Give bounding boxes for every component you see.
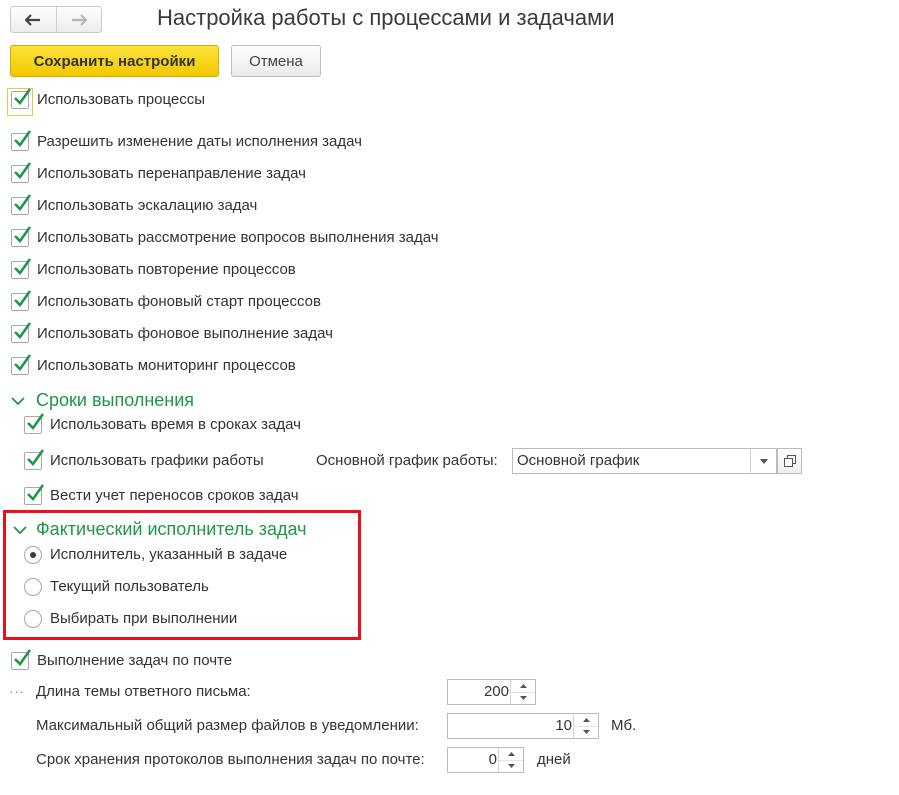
- max-files-size-unit: Мб.: [611, 717, 637, 734]
- use-issues-review-checkbox[interactable]: [11, 226, 31, 247]
- open-window-icon: [783, 455, 796, 467]
- checkmark-icon: [14, 258, 31, 276]
- navigation-buttons: [10, 6, 102, 33]
- spinner: [510, 680, 535, 704]
- checkmark-icon: [14, 162, 31, 180]
- use-work-schedules-checkbox[interactable]: [24, 449, 44, 470]
- checkmark-icon: [27, 484, 44, 502]
- main-schedule-label: Основной график работы:: [316, 452, 498, 469]
- use-monitoring-label[interactable]: Использовать мониторинг процессов: [37, 356, 296, 376]
- cancel-button[interactable]: Отмена: [231, 45, 321, 77]
- use-time-in-deadlines-checkbox[interactable]: [24, 413, 44, 434]
- caret-down-icon: [519, 696, 527, 700]
- checkmark-icon: [14, 194, 31, 212]
- caret-up-icon: [519, 684, 527, 688]
- use-redirection-label[interactable]: Использовать перенаправление задач: [37, 164, 306, 184]
- caret-down-icon: [507, 764, 515, 768]
- actual-performer-group-title[interactable]: Фактический исполнитель задач: [36, 518, 306, 540]
- use-process-repeat-label[interactable]: Использовать повторение процессов: [37, 260, 296, 280]
- use-time-in-deadlines-label[interactable]: Использовать время в сроках задач: [50, 415, 301, 435]
- use-redirection-checkbox[interactable]: [11, 162, 31, 183]
- allow-date-change-checkbox[interactable]: [11, 130, 31, 151]
- decrement-button[interactable]: [574, 726, 598, 738]
- log-retention-label: Срок хранения протоколов выполнения зада…: [36, 751, 425, 768]
- use-issues-review-label[interactable]: Использовать рассмотрение вопросов выпол…: [37, 228, 439, 248]
- use-work-schedules-label[interactable]: Использовать графики работы: [50, 451, 264, 471]
- log-retention-value: 0: [488, 751, 497, 768]
- track-deadline-transfers-checkbox[interactable]: [24, 484, 44, 505]
- use-background-execution-checkbox[interactable]: [11, 322, 31, 343]
- checkmark-icon: [14, 290, 31, 308]
- current-user-label[interactable]: Текущий пользователь: [50, 577, 209, 597]
- use-background-start-label[interactable]: Использовать фоновый старт процессов: [37, 292, 321, 312]
- chevron-down-icon: [13, 525, 27, 534]
- decrement-button[interactable]: [511, 692, 535, 704]
- radio-dot: [30, 552, 36, 558]
- use-escalation-checkbox[interactable]: [11, 194, 31, 215]
- checkmark-icon: [14, 322, 31, 340]
- checkmark-icon: [14, 226, 31, 244]
- use-background-execution-label[interactable]: Использовать фоновое выполнение задач: [37, 324, 333, 344]
- current-user-radio[interactable]: [24, 578, 42, 596]
- caret-up-icon: [507, 752, 515, 756]
- performer-from-task-radio[interactable]: [24, 546, 42, 564]
- caret-down-icon: [759, 458, 768, 464]
- max-files-size-value: 10: [555, 717, 572, 734]
- dropdown-button[interactable]: [750, 449, 776, 473]
- back-button[interactable]: [11, 7, 56, 32]
- arrow-right-icon: [71, 13, 87, 26]
- checkmark-icon: [14, 88, 31, 106]
- checkmark-icon: [27, 449, 44, 467]
- performer-from-task-label[interactable]: Исполнитель, указанный в задаче: [50, 545, 287, 565]
- mail-execution-checkbox[interactable]: [11, 649, 31, 670]
- checkmark-icon: [14, 354, 31, 372]
- spinner: [573, 714, 598, 738]
- use-background-start-checkbox[interactable]: [11, 290, 31, 311]
- spinner: [498, 748, 523, 772]
- choose-on-execution-radio[interactable]: [24, 610, 42, 628]
- max-files-size-input[interactable]: 10: [447, 713, 599, 739]
- use-process-repeat-checkbox[interactable]: [11, 258, 31, 279]
- collapse-performer-toggle[interactable]: [13, 522, 27, 538]
- decrement-button[interactable]: [499, 760, 523, 772]
- checkmark-icon: [27, 413, 44, 431]
- allow-date-change-label[interactable]: Разрешить изменение даты исполнения зада…: [37, 132, 362, 152]
- choose-on-execution-label[interactable]: Выбирать при выполнении: [50, 609, 237, 629]
- track-deadline-transfers-label[interactable]: Вести учет переносов сроков задач: [50, 486, 299, 506]
- page-title: Настройка работы с процессами и задачами: [157, 5, 615, 30]
- reply-subject-length-input[interactable]: 200: [447, 679, 536, 705]
- reply-subject-length-label: Длина темы ответного письма:: [36, 683, 251, 700]
- use-monitoring-checkbox[interactable]: [11, 354, 31, 375]
- checkmark-icon: [14, 649, 31, 667]
- checkmark-icon: [14, 130, 31, 148]
- deadlines-group-title[interactable]: Сроки выполнения: [36, 389, 194, 411]
- mail-execution-label[interactable]: Выполнение задач по почте: [37, 651, 232, 671]
- group-dots: ···: [9, 684, 25, 699]
- collapse-deadlines-toggle[interactable]: [11, 393, 25, 409]
- save-settings-button[interactable]: Сохранить настройки: [10, 45, 219, 77]
- chevron-down-icon: [11, 396, 25, 405]
- log-retention-unit: дней: [537, 751, 571, 768]
- open-schedule-button[interactable]: [777, 448, 802, 474]
- reply-subject-length-value: 200: [483, 683, 509, 700]
- caret-up-icon: [582, 718, 590, 722]
- arrow-left-icon: [25, 13, 41, 26]
- forward-button[interactable]: [55, 7, 102, 32]
- use-processes-label[interactable]: Использовать процессы: [37, 90, 205, 110]
- main-schedule-value: Основной график: [517, 452, 640, 469]
- caret-down-icon: [582, 730, 590, 734]
- use-escalation-label[interactable]: Использовать эскалацию задач: [37, 196, 257, 216]
- use-processes-checkbox[interactable]: [11, 88, 31, 109]
- max-files-size-label: Максимальный общий размер файлов в уведо…: [36, 717, 419, 734]
- log-retention-input[interactable]: 0: [447, 747, 524, 773]
- main-schedule-select[interactable]: Основной график: [512, 448, 777, 474]
